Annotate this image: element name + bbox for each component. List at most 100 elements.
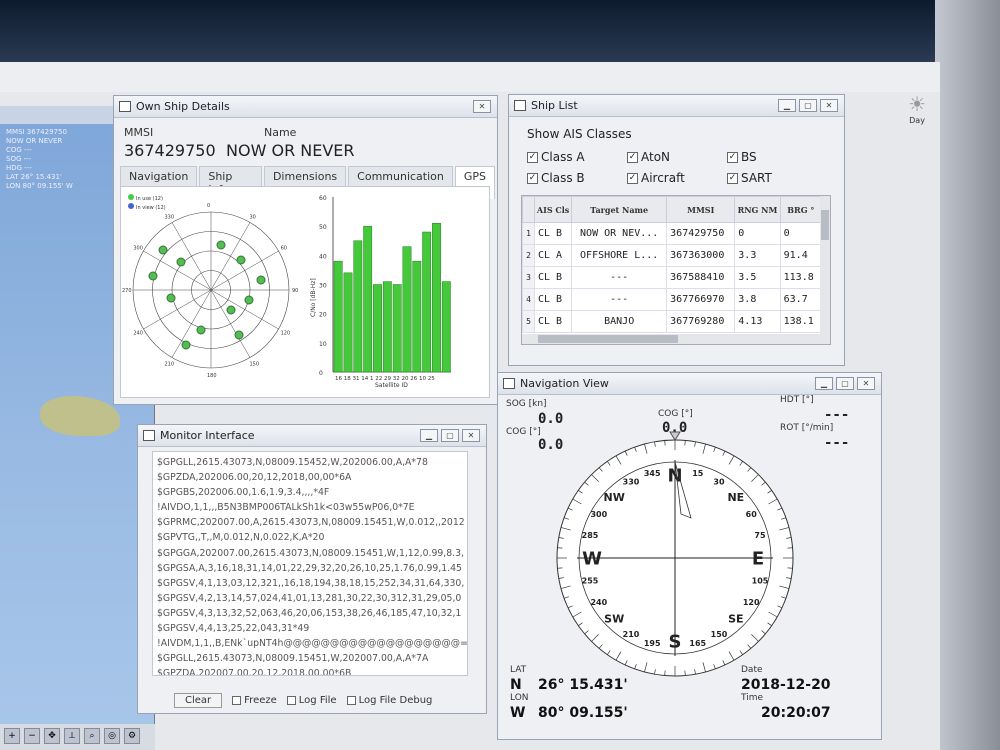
cell-cls: CL B	[533, 222, 573, 245]
checkbox-class-b[interactable]: ✓ Class B	[527, 171, 585, 185]
checkbox-class-a[interactable]: ✓ Class A	[527, 150, 585, 164]
cell-name: ---	[571, 266, 668, 289]
cell-mmsi: 367363000	[666, 244, 736, 267]
col-mmsi[interactable]: MMSI	[666, 196, 736, 223]
center-icon[interactable]: ◎	[104, 728, 120, 744]
mmsi-value: 367429750	[124, 141, 216, 160]
search-icon[interactable]: ⌕	[84, 728, 100, 744]
log-line: $GPGSA,A,3,16,18,31,14,01,22,29,32,20,26…	[157, 562, 462, 574]
day-mode-label: Day	[909, 116, 925, 125]
zoom-out-icon[interactable]: −	[24, 728, 40, 744]
azimuth-label: 210	[165, 362, 175, 368]
cell-n: 2	[522, 244, 535, 267]
name-label: Name	[264, 126, 297, 139]
azimuth-label: 270	[122, 288, 132, 294]
cell-brg: 113.8	[779, 266, 823, 289]
table-horizontal-scrollbar[interactable]	[522, 334, 822, 344]
app-screen: MMSI 367429750 NOW OR NEVER COG --- SOG ---…	[0, 62, 940, 750]
table-row[interactable]: 2 CL A OFFSHORE L... 367363000 3.3 91.4	[522, 244, 823, 267]
close-icon[interactable]: ✕	[462, 429, 480, 442]
map-info-line: LON 80° 09.155' W	[6, 182, 73, 190]
table-row[interactable]: 4 CL B --- 367766970 3.8 63.7	[522, 288, 823, 311]
y-axis-label: C/No [dB-Hz]	[310, 278, 317, 317]
col-ais-class[interactable]: AIS Cls	[533, 196, 573, 223]
time-value: 20:20:07	[761, 705, 831, 721]
satellite-marker	[216, 240, 226, 250]
cardinal-label: W	[582, 548, 602, 569]
monitor-controls: Clear Freeze Log File Log File Debug	[174, 693, 432, 708]
checkbox-aircraft[interactable]: ✓ Aircraft	[627, 171, 685, 185]
col-range[interactable]: RNG NM	[734, 196, 781, 223]
clear-button[interactable]: Clear	[174, 693, 223, 708]
cardinal-label: E	[752, 548, 764, 569]
app-top-bar	[0, 62, 940, 92]
monitor-bezel-top	[0, 0, 1000, 62]
maximize-icon[interactable]: ▢	[799, 99, 817, 112]
satellite-marker	[176, 257, 186, 267]
log-file-checkbox[interactable]: Log File	[286, 695, 337, 706]
checkbox-aton[interactable]: ✓ AtoN	[627, 150, 670, 164]
degree-label: 75	[754, 531, 766, 540]
ship-list-window: Ship List ▁ ▢ ✕ Show AIS Classes ✓ Class …	[508, 94, 845, 366]
cell-mmsi: 367429750	[666, 222, 736, 245]
snr-bar-chart: 605040302010016 18 31 14 1 22 29 32 20 2…	[310, 195, 451, 389]
minimize-icon[interactable]: ▁	[778, 99, 796, 112]
cell-mmsi: 367769280	[666, 310, 736, 333]
cell-cls: CL B	[533, 288, 573, 311]
navigation-view-window: Navigation View ▁ ▢ ✕ SOG [kn] 0.0 COG […	[497, 372, 882, 740]
log-file-debug-checkbox[interactable]: Log File Debug	[346, 695, 432, 706]
cell-n: 3	[522, 266, 535, 289]
day-mode-toggle[interactable]: ☀ Day	[908, 92, 926, 125]
table-row[interactable]: 5 CL B BANJO 367769280 4.13 138.1	[522, 310, 823, 333]
ship-list-titlebar[interactable]: Ship List ▁ ▢ ✕	[509, 95, 844, 117]
nmea-log-text[interactable]: $GPGLL,2615.43073,N,08009.15452,W,202006…	[152, 451, 468, 676]
snr-bar	[392, 284, 402, 373]
zoom-in-icon[interactable]: +	[4, 728, 20, 744]
cell-rng: 3.3	[734, 244, 781, 267]
sun-icon: ☀	[908, 92, 926, 116]
satellite-marker	[226, 305, 236, 315]
freeze-checkbox[interactable]: Freeze	[232, 695, 277, 706]
pan-icon[interactable]: ✥	[44, 728, 60, 744]
y-tick-label: 60	[319, 195, 327, 202]
log-line: $GPGLL,2615.43073,N,08009.15451,W,202007…	[157, 653, 429, 665]
snr-bar	[412, 260, 422, 373]
date-label: Date	[741, 665, 763, 675]
time-label: Time	[741, 693, 764, 703]
gps-panel: In use (12) In view (12) 0 30 60 90 120 150 180 2…	[120, 186, 490, 398]
sky-plot: In use (12) In view (12) 0 30 60 90 120 150 180 2…	[122, 194, 298, 379]
cell-rng: 3.8	[734, 288, 781, 311]
log-line: $GPGSV,4,3,13,32,52,063,46,20,06,153,38,…	[157, 607, 462, 619]
table-row[interactable]: 3 CL B --- 367588410 3.5 113.8	[522, 266, 823, 289]
table-vertical-scrollbar[interactable]	[820, 196, 830, 344]
map-info-line: HDG ---	[6, 164, 32, 172]
degree-label: 300	[590, 510, 607, 519]
lat-hemisphere: N	[510, 677, 522, 693]
azimuth-line	[210, 250, 279, 291]
checkbox-bs[interactable]: ✓ BS	[727, 150, 757, 164]
close-icon[interactable]: ✕	[473, 100, 491, 113]
y-tick-label: 20	[319, 312, 327, 319]
close-icon[interactable]: ✕	[820, 99, 838, 112]
cell-brg: 138.1	[779, 310, 823, 333]
cell-rng: 4.13	[734, 310, 781, 333]
maximize-icon[interactable]: ▢	[441, 429, 459, 442]
own-ship-titlebar[interactable]: Own Ship Details ✕	[114, 96, 497, 118]
log-line: $GPZDA,202007.00,20,12,2018,00,00*6B	[157, 668, 352, 676]
cardinal-label: S	[669, 631, 682, 652]
monitor-title: Monitor Interface	[160, 429, 255, 442]
snr-bar	[432, 223, 441, 373]
azimuth-line	[210, 289, 279, 330]
table-row[interactable]: 1 CL B NOW OR NEV... 367429750 0 0	[522, 222, 823, 245]
minimize-icon[interactable]: ▁	[420, 429, 438, 442]
cell-rng: 3.5	[734, 266, 781, 289]
gear-icon[interactable]: ⚙	[124, 728, 140, 744]
col-target-name[interactable]: Target Name	[571, 196, 668, 223]
measure-icon[interactable]: ⟂	[64, 728, 80, 744]
azimuth-label: 0	[207, 203, 210, 209]
y-tick-label: 50	[319, 224, 327, 231]
monitor-titlebar[interactable]: Monitor Interface ▁ ▢ ✕	[138, 425, 486, 447]
checkbox-sart[interactable]: ✓ SART	[727, 171, 772, 185]
col-bearing[interactable]: BRG °	[779, 196, 823, 223]
cell-brg: 63.7	[779, 288, 823, 311]
